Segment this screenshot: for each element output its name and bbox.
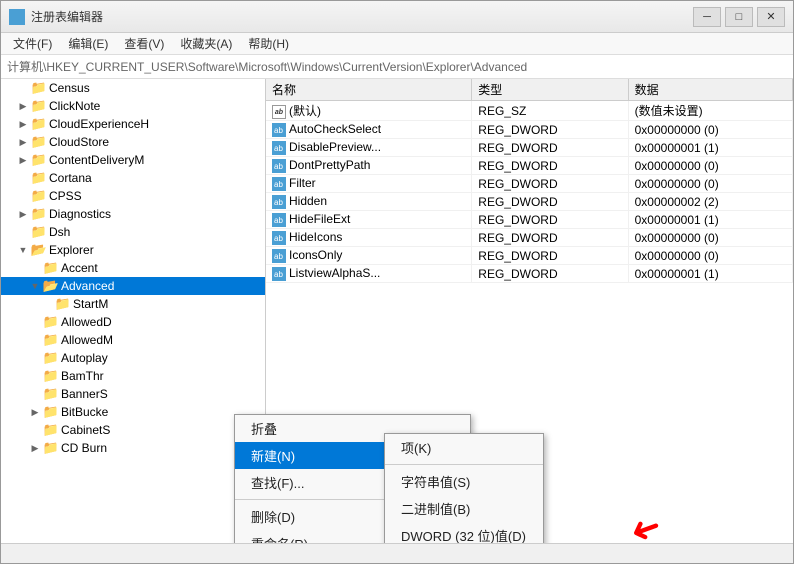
menu-file[interactable]: 文件(F): [5, 33, 60, 54]
addressbar-text: 计算机\HKEY_CURRENT_USER\Software\Microsoft…: [7, 58, 527, 75]
red-arrow-indicator: ➜: [625, 505, 668, 543]
sm-item-key[interactable]: 项(K): [385, 434, 543, 461]
menubar: 文件(F) 编辑(E) 查看(V) 收藏夹(A) 帮助(H): [1, 33, 793, 55]
close-button[interactable]: ✕: [757, 7, 785, 27]
menu-favorites[interactable]: 收藏夹(A): [172, 33, 240, 54]
maximize-button[interactable]: □: [725, 7, 753, 27]
main-window: 注册表编辑器 ─ □ ✕ 文件(F) 编辑(E) 查看(V) 收藏夹(A) 帮助…: [0, 0, 794, 564]
sm-separator: [385, 464, 543, 465]
submenu[interactable]: 项(K) 字符串值(S) 二进制值(B) DWORD (32 位)值(D) QW…: [384, 433, 544, 543]
cm-label: 删除(D): [251, 507, 295, 526]
sm-item-string[interactable]: 字符串值(S): [385, 468, 543, 495]
cm-label: 查找(F)...: [251, 473, 304, 492]
main-content: 📁 Census ▶ 📁 ClickNote ▶ 📁 CloudExperien…: [1, 79, 793, 543]
window-title: 注册表编辑器: [31, 8, 693, 25]
cm-label: 重命名(R): [251, 534, 308, 543]
menu-help[interactable]: 帮助(H): [240, 33, 297, 54]
minimize-button[interactable]: ─: [693, 7, 721, 27]
sm-item-binary[interactable]: 二进制值(B): [385, 495, 543, 522]
menu-edit[interactable]: 编辑(E): [60, 33, 116, 54]
cm-label: 新建(N): [251, 446, 295, 465]
statusbar: [1, 543, 793, 563]
titlebar: 注册表编辑器 ─ □ ✕: [1, 1, 793, 33]
window-controls: ─ □ ✕: [693, 7, 785, 27]
context-menu-overlay: 折叠 新建(N) ▶ 查找(F)... 删除(D) 重命名(R): [1, 79, 793, 543]
addressbar: 计算机\HKEY_CURRENT_USER\Software\Microsoft…: [1, 55, 793, 79]
app-icon: [9, 9, 25, 25]
cm-label: 折叠: [251, 419, 277, 438]
sm-item-dword[interactable]: DWORD (32 位)值(D): [385, 522, 543, 543]
menu-view[interactable]: 查看(V): [116, 33, 172, 54]
